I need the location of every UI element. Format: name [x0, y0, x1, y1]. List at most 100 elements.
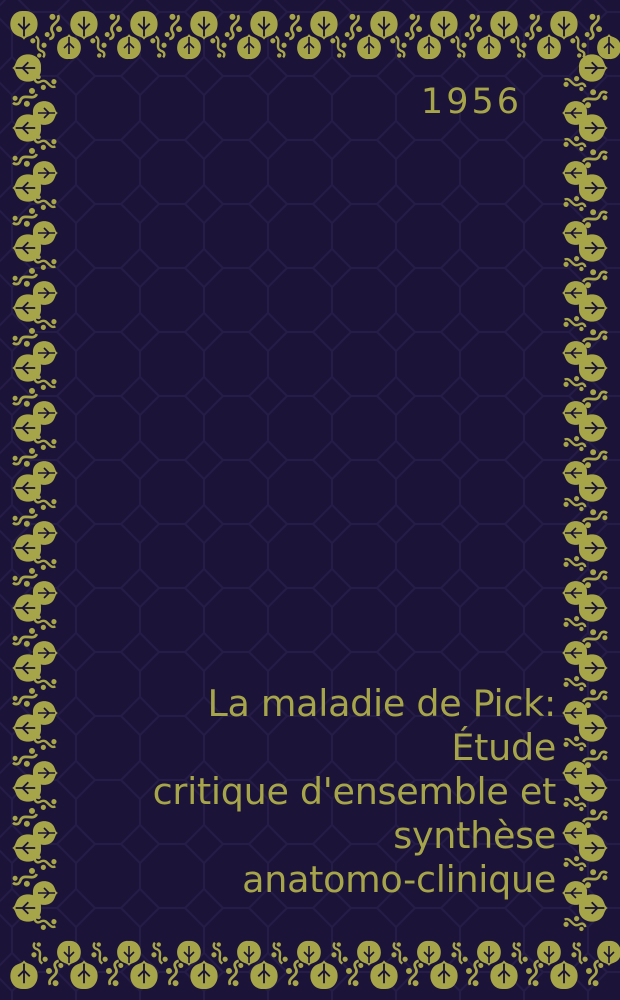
leaf-ornament-icon — [596, 940, 620, 967]
leaf-ornament-icon — [578, 413, 609, 443]
book-cover: 1956 La maladie de Pick: Étude critique … — [0, 0, 620, 1000]
leaf-ornament-icon — [369, 10, 399, 41]
title-line: synthèse — [393, 814, 556, 857]
leaf-ornament-icon — [549, 10, 579, 41]
sprig-ornament-icon — [508, 32, 532, 61]
leaf-ornament-icon — [176, 940, 202, 967]
leaf-ornament-icon — [578, 293, 609, 323]
leaf-ornament-icon — [69, 10, 99, 41]
leaf-ornament-icon — [578, 353, 609, 383]
leaf-ornament-icon — [578, 893, 609, 923]
leaf-ornament-icon — [476, 940, 502, 967]
sprig-ornament-icon — [160, 11, 188, 44]
leaf-ornament-icon — [578, 533, 609, 563]
sprig-ornament-icon — [220, 956, 248, 989]
title-line: critique d'ensemble et — [152, 770, 557, 813]
leaf-ornament-icon — [296, 940, 322, 967]
leaf-ornament-icon — [309, 10, 339, 41]
book-title: La maladie de Pick: Étude critique d'ens… — [60, 682, 557, 902]
leaf-ornament-icon — [536, 940, 562, 967]
sprig-ornament-icon — [566, 939, 590, 968]
leaf-ornament-icon — [489, 10, 519, 41]
leaf-ornament-icon — [549, 959, 579, 990]
leaf-ornament-icon — [189, 10, 219, 41]
sprig-ornament-icon — [26, 939, 50, 968]
leaf-ornament-icon — [416, 940, 442, 967]
sprig-ornament-icon — [580, 956, 608, 989]
sprig-ornament-icon — [160, 956, 188, 989]
sprig-ornament-icon — [40, 956, 68, 989]
leaf-ornament-icon — [9, 959, 39, 990]
sprig-ornament-icon — [340, 956, 368, 989]
sprig-ornament-icon — [208, 32, 232, 61]
sprig-ornament-icon — [148, 32, 172, 61]
leaf-ornament-icon — [578, 233, 609, 263]
title-line: Étude — [451, 726, 556, 769]
leaf-ornament-icon — [356, 33, 382, 60]
leaf-ornament-icon — [116, 940, 142, 967]
leaf-ornament-icon — [578, 473, 609, 503]
leaf-ornament-icon — [129, 10, 159, 41]
leaf-ornament-icon — [578, 773, 609, 803]
leaf-ornament-icon — [296, 33, 322, 60]
sprig-ornament-icon — [400, 11, 428, 44]
leaf-ornament-icon — [356, 940, 382, 967]
sprig-ornament-icon — [280, 956, 308, 989]
leaf-ornament-icon — [369, 959, 399, 990]
sprig-ornament-icon — [460, 11, 488, 44]
leaf-ornament-icon — [476, 33, 502, 60]
sprig-ornament-icon — [328, 32, 352, 61]
leaf-ornament-icon — [249, 10, 279, 41]
leaf-ornament-icon — [578, 53, 609, 83]
sprig-ornament-icon — [280, 11, 308, 44]
leaf-ornament-icon — [536, 33, 562, 60]
leaf-ornament-icon — [249, 959, 279, 990]
sprig-ornament-icon — [506, 939, 530, 968]
leaf-ornament-icon — [176, 33, 202, 60]
sprig-ornament-icon — [520, 956, 548, 989]
leaf-ornament-icon — [129, 959, 159, 990]
leaf-ornament-icon — [56, 940, 82, 967]
sprig-ornament-icon — [340, 11, 368, 44]
leaf-ornament-icon — [489, 959, 519, 990]
leaf-ornament-icon — [69, 959, 99, 990]
sprig-ornament-icon — [446, 939, 470, 968]
leaf-ornament-icon — [578, 653, 609, 683]
leaf-ornament-icon — [578, 113, 609, 143]
sprig-ornament-icon — [448, 32, 472, 61]
leaf-ornament-icon — [309, 959, 339, 990]
leaf-ornament-icon — [9, 10, 39, 41]
leaf-ornament-icon — [429, 959, 459, 990]
sprig-ornament-icon — [220, 11, 248, 44]
sprig-ornament-icon — [400, 956, 428, 989]
sprig-ornament-icon — [88, 32, 112, 61]
sprig-ornament-icon — [268, 32, 292, 61]
sprig-ornament-icon — [146, 939, 170, 968]
sprig-ornament-icon — [266, 939, 290, 968]
leaf-ornament-icon — [236, 33, 262, 60]
title-line: anatomo-clinique — [242, 858, 556, 901]
leaf-ornament-icon — [56, 33, 82, 60]
sprig-ornament-icon — [86, 939, 110, 968]
publication-year: 1956 — [420, 82, 522, 122]
sprig-ornament-icon — [386, 939, 410, 968]
leaf-ornament-icon — [578, 833, 609, 863]
leaf-ornament-icon — [236, 940, 262, 967]
sprig-ornament-icon — [580, 11, 608, 44]
leaf-ornament-icon — [429, 10, 459, 41]
sprig-ornament-icon — [40, 11, 68, 44]
sprig-ornament-icon — [206, 939, 230, 968]
leaf-ornament-icon — [416, 33, 442, 60]
leaf-ornament-icon — [578, 593, 609, 623]
sprig-ornament-icon — [460, 956, 488, 989]
sprig-ornament-icon — [326, 939, 350, 968]
sprig-ornament-icon — [520, 11, 548, 44]
leaf-ornament-icon — [116, 33, 142, 60]
leaf-ornament-icon — [189, 959, 219, 990]
leaf-ornament-icon — [578, 713, 609, 743]
sprig-ornament-icon — [100, 11, 128, 44]
leaf-ornament-icon — [596, 33, 620, 60]
sprig-ornament-icon — [388, 32, 412, 61]
leaf-ornament-icon — [578, 173, 609, 203]
sprig-ornament-icon — [100, 956, 128, 989]
